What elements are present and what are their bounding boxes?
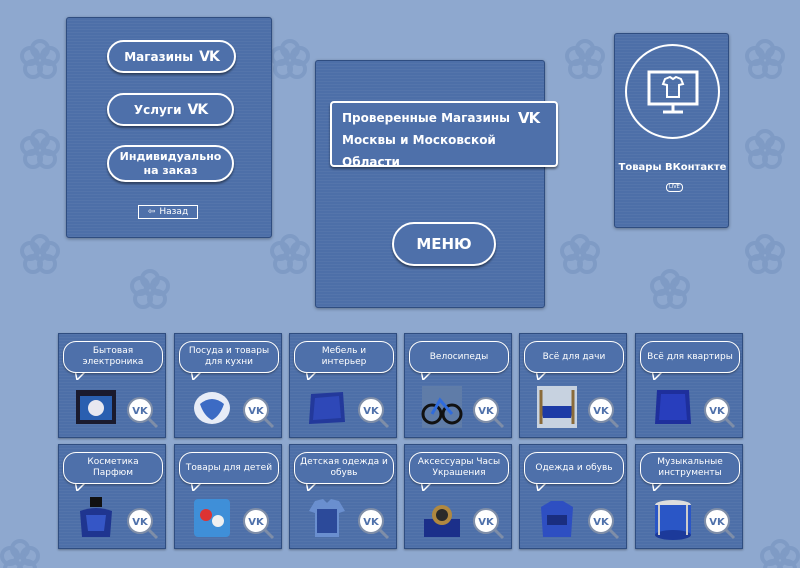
vk-mark-text: VK (363, 517, 380, 528)
category-tile[interactable]: Велосипеды VK (404, 333, 512, 438)
category-label: Всё для дачи (542, 351, 606, 362)
apartment-product-icon (655, 390, 691, 424)
category-tile[interactable]: Музыкальные инструменты VK (635, 444, 743, 549)
vk-mark-text: VK (132, 406, 149, 417)
back-button[interactable]: ⇦ Назад (138, 205, 198, 219)
custom-order-label-line1: Индивидуально (119, 149, 222, 163)
category-tile[interactable]: Всё для дачи VK (519, 333, 627, 438)
category-label: Мебель и интерьер (321, 346, 367, 367)
category-label: Детская одежда и обувь (300, 457, 388, 478)
center-panel: Проверенные Магазины VK Москвы и Московс… (315, 60, 558, 308)
vk-mark-text: VK (132, 517, 149, 528)
vk-mark-text: VK (709, 406, 726, 417)
electronics-product-icon (76, 390, 116, 424)
back-arrow-icon: ⇦ (147, 207, 156, 217)
drum-product-icon (655, 500, 691, 540)
category-label: Музыкальные инструменты (657, 457, 723, 478)
page-title-line1: Проверенные Магазины (342, 111, 511, 125)
vk-magnifier-icon: VK (243, 397, 275, 429)
category-tile[interactable]: Детская одежда и обувь VK (289, 444, 397, 549)
vk-magnifier-icon: VK (243, 508, 275, 540)
category-tile[interactable]: Мебель и интерьер VK (289, 333, 397, 438)
bicycle-product-icon (421, 386, 463, 428)
category-tile[interactable]: Бытовая электроника VK (58, 333, 166, 438)
category-label-bubble: Велосипеды (409, 341, 509, 373)
category-label: Косметика Парфюм (87, 457, 139, 478)
vk-market-title: Товары ВКонтакте (618, 162, 727, 173)
vk-magnifier-icon: VK (704, 397, 736, 429)
category-label-bubble: Косметика Парфюм (63, 452, 163, 484)
page-title-box: Проверенные Магазины VK Москвы и Московс… (330, 101, 558, 169)
vk-magnifier-icon: VK (588, 508, 620, 540)
garden-product-icon (537, 386, 577, 428)
vk-mark-text: VK (709, 517, 726, 528)
vk-market-card[interactable]: Товары ВКонтакте LIVE (614, 33, 729, 228)
panel-texture (316, 61, 544, 307)
category-label: Одежда и обувь (535, 462, 613, 473)
vk-magnifier-icon: VK (588, 397, 620, 429)
category-label: Аксессуары Часы Украшения (417, 457, 501, 478)
category-label-bubble: Мебель и интерьер (294, 341, 394, 373)
market-logo-circle (625, 44, 720, 139)
category-tile[interactable]: Одежда и обувь VK (519, 444, 627, 549)
services-label: Услуги (133, 102, 182, 117)
category-label-bubble: Всё для квартиры (640, 341, 740, 373)
furniture-product-icon (309, 392, 345, 424)
back-label: Назад (159, 207, 189, 217)
perfume-product-icon (80, 497, 112, 537)
vk-mark-text: VK (593, 517, 610, 528)
vk-magnifier-icon: VK (127, 397, 159, 429)
category-tile[interactable]: Товары для детей VK (174, 444, 282, 549)
vk-magnifier-icon: VK (473, 397, 505, 429)
kids-clothing-product-icon (309, 499, 345, 537)
menu-button[interactable]: МЕНЮ (392, 222, 496, 266)
category-label-bubble: Аксессуары Часы Украшения (409, 452, 509, 484)
category-label: Всё для квартиры (647, 351, 733, 362)
stores-label: Магазины (124, 49, 194, 64)
category-label: Велосипеды (429, 351, 489, 362)
category-tile[interactable]: Аксессуары Часы Украшения VK (404, 444, 512, 549)
page-title-line2: Москвы и Московской Области (342, 133, 496, 169)
vk-mark-text: VK (248, 406, 265, 417)
vk-logo-icon: VK (199, 48, 220, 65)
vk-mark-text: VK (363, 406, 380, 417)
category-label-bubble: Детская одежда и обувь (294, 452, 394, 484)
vk-mark-text: VK (478, 517, 495, 528)
vk-logo-icon: VK (518, 109, 540, 127)
category-label-bubble: Всё для дачи (524, 341, 624, 373)
category-tile[interactable]: Всё для квартиры VK (635, 333, 743, 438)
category-label-bubble: Посуда и товары для кухни (179, 341, 279, 373)
vk-magnifier-icon: VK (358, 397, 390, 429)
category-label-bubble: Товары для детей (179, 452, 279, 484)
vk-magnifier-icon: VK (358, 508, 390, 540)
vk-mark-text: VK (478, 406, 495, 417)
watch-product-icon (424, 505, 460, 537)
stores-button[interactable]: Магазины VK (107, 40, 236, 73)
vk-logo-icon: VK (187, 101, 208, 118)
vk-mark-text: VK (248, 517, 265, 528)
category-label: Посуда и товары для кухни (188, 346, 270, 367)
category-label: Товары для детей (185, 462, 273, 473)
category-tile[interactable]: Посуда и товары для кухни VK (174, 333, 282, 438)
category-label-bubble: Бытовая электроника (63, 341, 163, 373)
market-monitor-icon (647, 70, 699, 114)
services-button[interactable]: Услуги VK (107, 93, 234, 126)
category-tile[interactable]: Косметика Парфюм VK (58, 444, 166, 549)
category-label-bubble: Одежда и обувь (524, 452, 624, 484)
left-menu-panel: Магазины VK Услуги VK Индивидуально на з… (66, 17, 272, 238)
vk-magnifier-icon: VK (704, 508, 736, 540)
clothing-product-icon (541, 501, 573, 537)
category-label: Бытовая электроника (82, 346, 144, 367)
custom-order-button[interactable]: Индивидуально на заказ (107, 145, 234, 182)
vk-magnifier-icon: VK (473, 508, 505, 540)
kitchenware-product-icon (194, 392, 230, 424)
live-badge: LIVE (666, 183, 683, 192)
category-label-bubble: Музыкальные инструменты (640, 452, 740, 484)
vk-mark-text: VK (593, 406, 610, 417)
menu-label: МЕНЮ (416, 235, 472, 253)
custom-order-label-line2: на заказ (143, 163, 198, 177)
vk-magnifier-icon: VK (127, 508, 159, 540)
kids-product-icon (194, 499, 230, 537)
